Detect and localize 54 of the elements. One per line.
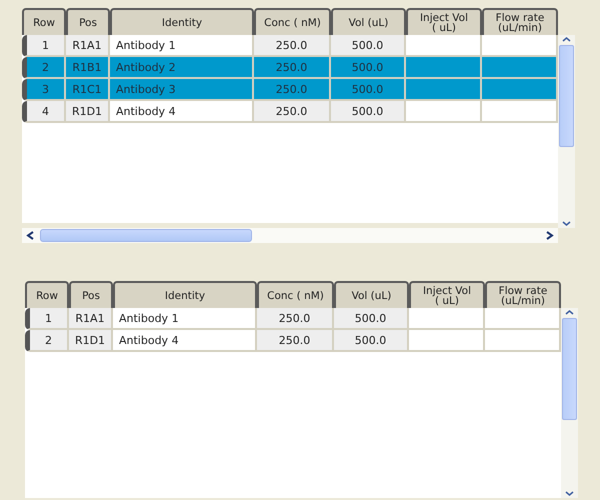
scroll-thumb[interactable] — [40, 229, 252, 242]
row-number-cell[interactable]: 2 — [25, 330, 69, 352]
vertical-scrollbar[interactable] — [561, 308, 578, 498]
row-number-cell[interactable]: 4 — [22, 101, 66, 123]
column-header[interactable]: Flow rate (uL/min) — [485, 281, 561, 308]
column-header[interactable]: Pos — [69, 281, 113, 308]
table-cell: 250.0 — [254, 57, 331, 79]
scroll-thumb[interactable] — [559, 45, 574, 147]
table-cell: 500.0 — [331, 35, 406, 57]
column-header[interactable]: Row — [22, 8, 66, 35]
row-number-cell[interactable]: 3 — [22, 79, 66, 101]
table-cell: 500.0 — [331, 79, 406, 101]
column-header[interactable]: Identity — [110, 8, 254, 35]
row-number-cell[interactable]: 1 — [22, 35, 66, 57]
table-cell: R1A1 — [69, 308, 113, 330]
table-cell: 250.0 — [257, 330, 334, 352]
horizontal-scrollbar[interactable] — [22, 228, 558, 243]
scroll-down-icon[interactable] — [563, 490, 576, 498]
table-cell: Antibody 1 — [113, 308, 257, 330]
table-cell: R1B1 — [66, 57, 110, 79]
column-header[interactable]: Inject Vol ( uL) — [406, 8, 482, 35]
table-cell: Antibody 3 — [110, 79, 254, 101]
table-cell: Antibody 1 — [110, 35, 254, 57]
vertical-scrollbar[interactable] — [558, 35, 575, 228]
column-header[interactable]: Identity — [113, 281, 257, 308]
table-cell: 250.0 — [254, 35, 331, 57]
row-number-cell[interactable]: 1 — [25, 308, 69, 330]
table-cell: 250.0 — [254, 79, 331, 101]
table-cell: R1C1 — [66, 79, 110, 101]
scroll-up-icon[interactable] — [563, 308, 576, 316]
column-header[interactable]: Row — [25, 281, 69, 308]
table-cell: Antibody 4 — [110, 101, 254, 123]
column-header[interactable]: Pos — [66, 8, 110, 35]
scroll-up-icon[interactable] — [560, 35, 573, 43]
column-header[interactable]: Vol (uL) — [331, 8, 406, 35]
table-cell: 500.0 — [334, 330, 409, 352]
row-number-cell[interactable]: 2 — [22, 57, 66, 79]
table-cell: 500.0 — [331, 101, 406, 123]
table-cell: Antibody 4 — [113, 330, 257, 352]
table-cell: 500.0 — [331, 57, 406, 79]
table-cell: 250.0 — [257, 308, 334, 330]
column-header[interactable]: Conc ( nM) — [254, 8, 331, 35]
table-cell: Antibody 2 — [110, 57, 254, 79]
column-header[interactable]: Flow rate (uL/min) — [482, 8, 558, 35]
column-header[interactable]: Inject Vol ( uL) — [409, 281, 485, 308]
column-header[interactable]: Vol (uL) — [334, 281, 409, 308]
table-cell: R1D1 — [69, 330, 113, 352]
table-cell: 250.0 — [254, 101, 331, 123]
scroll-down-icon[interactable] — [560, 220, 573, 228]
table-cell: R1D1 — [66, 101, 110, 123]
table-cell: 500.0 — [334, 308, 409, 330]
column-header[interactable]: Conc ( nM) — [257, 281, 334, 308]
scroll-thumb[interactable] — [562, 318, 577, 420]
table-cell: R1A1 — [66, 35, 110, 57]
